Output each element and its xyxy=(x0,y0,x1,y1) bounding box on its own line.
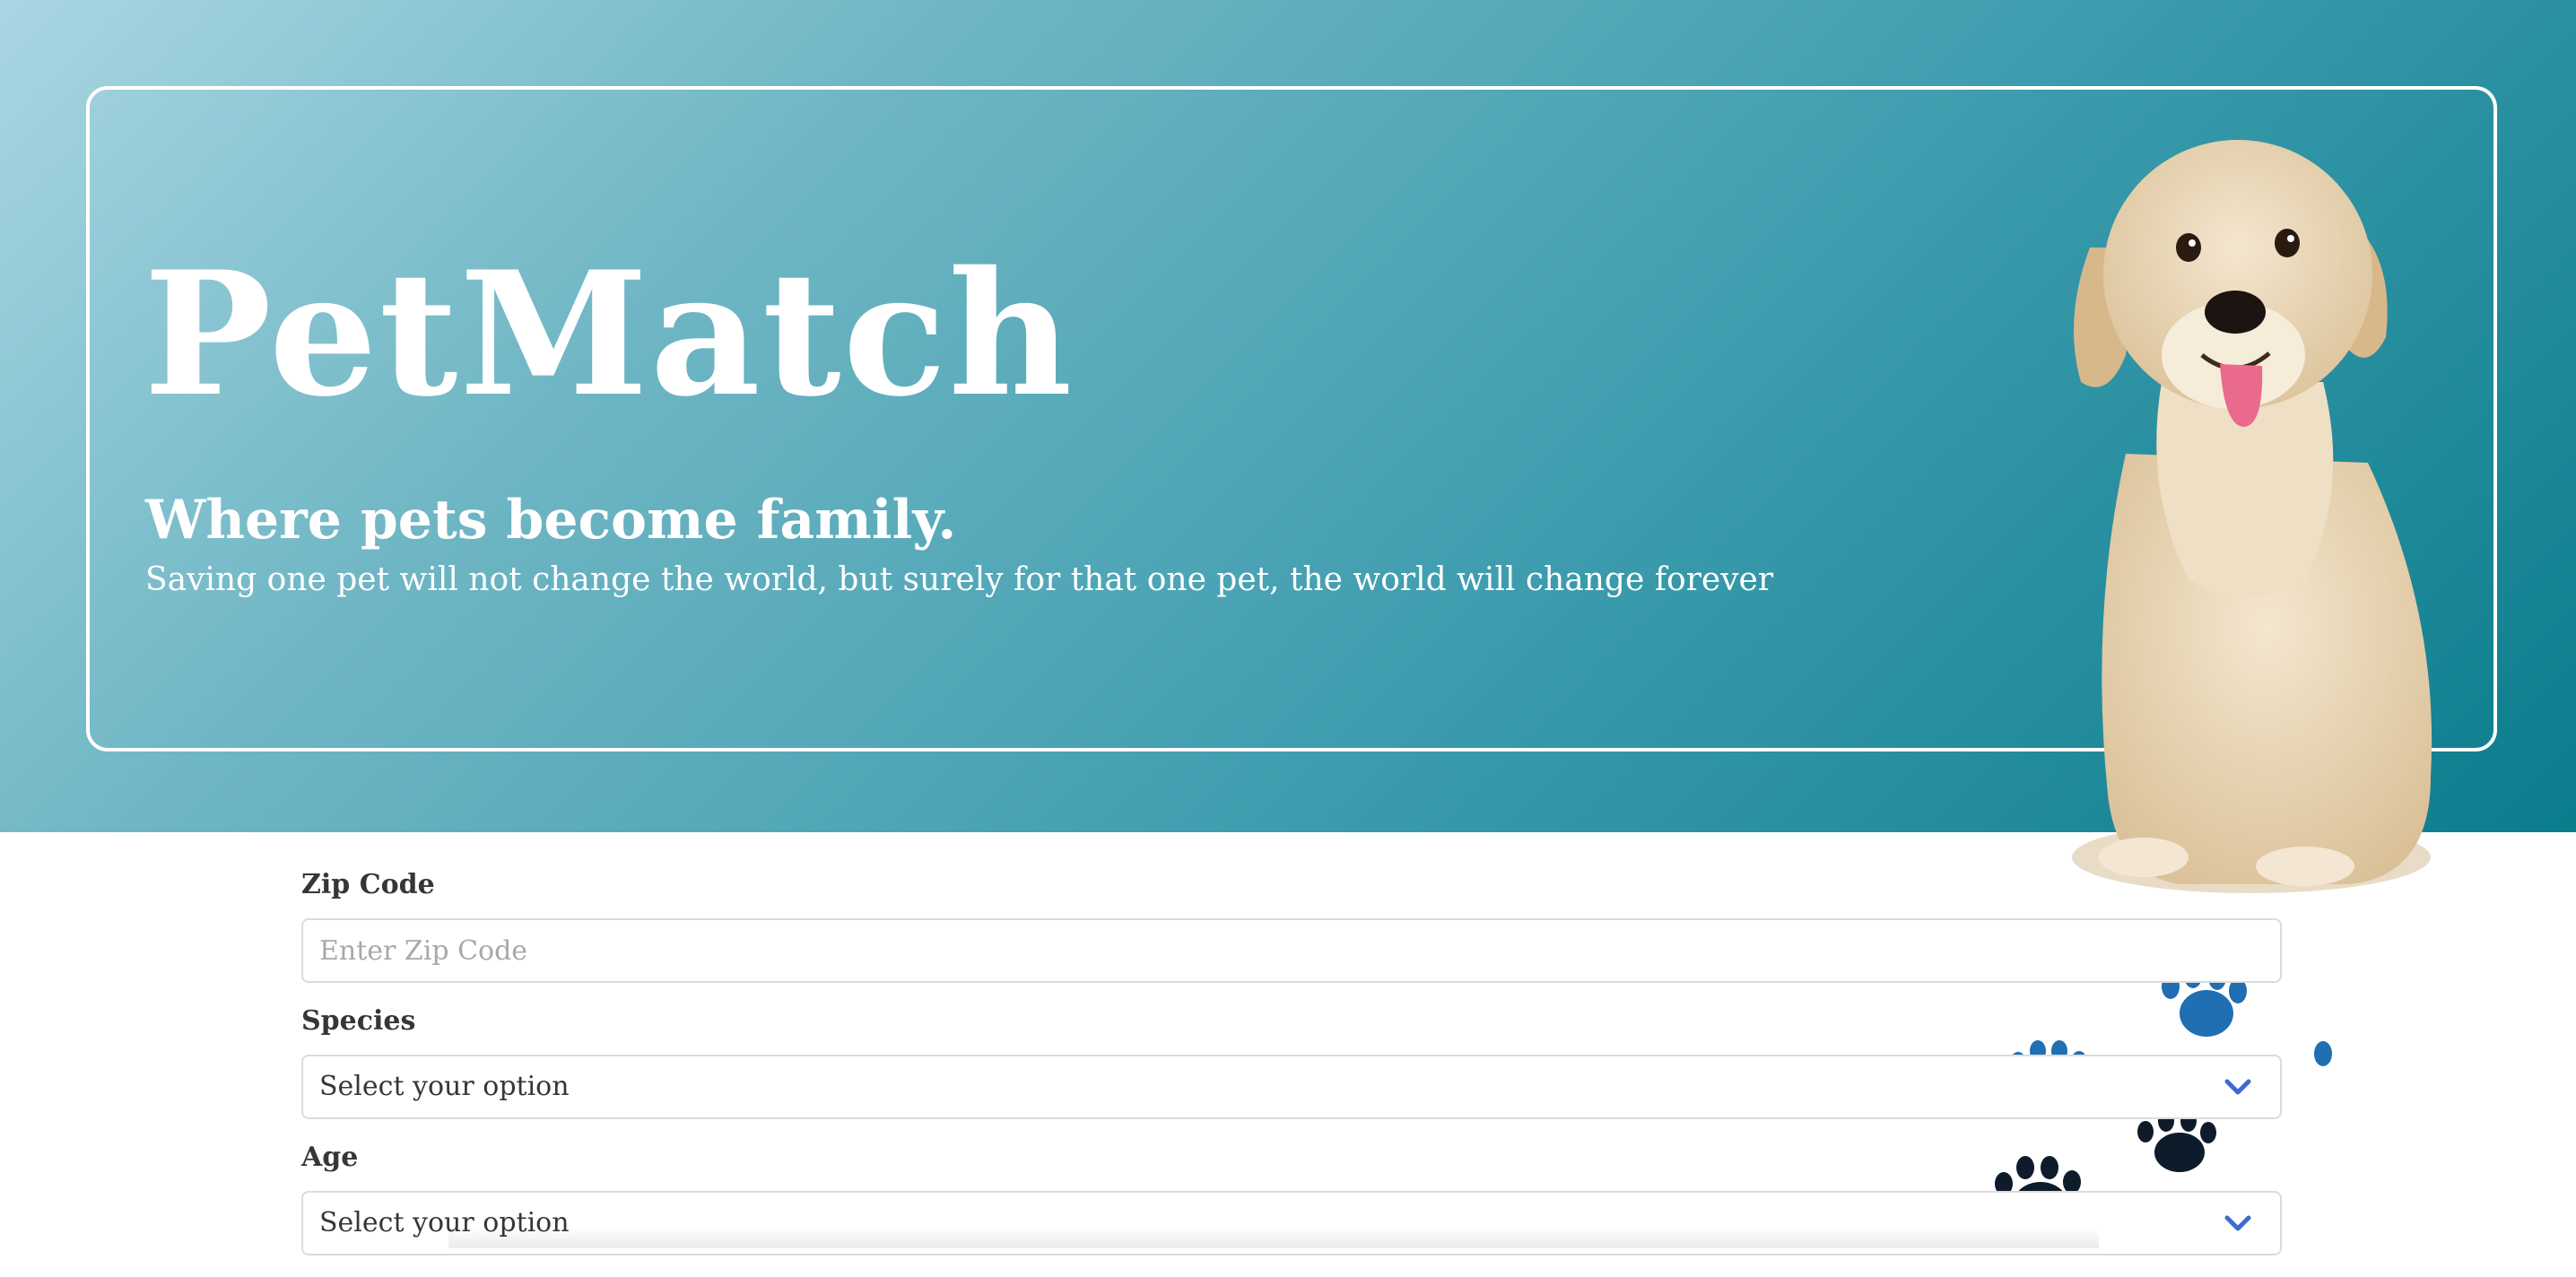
species-label: Species xyxy=(301,1005,416,1037)
species-selected-value: Select your option xyxy=(319,1071,570,1102)
golden-retriever-image xyxy=(2072,140,2432,893)
hero-tagline: Where pets become family. xyxy=(145,489,957,552)
age-label: Age xyxy=(301,1142,359,1173)
pet-search-form: Zip Code Species Select your option Age … xyxy=(301,868,2282,1277)
zip-code-input[interactable] xyxy=(303,920,2280,981)
zip-code-label: Zip Code xyxy=(301,869,435,900)
zip-code-field[interactable] xyxy=(301,918,2282,983)
species-select[interactable]: Select your option xyxy=(301,1055,2282,1119)
brand-title: PetMatch xyxy=(144,234,1075,434)
page-fold-shadow xyxy=(448,1227,2099,1248)
chevron-down-icon xyxy=(2224,1079,2251,1095)
chevron-down-icon xyxy=(2224,1215,2251,1231)
hero-quote: Saving one pet will not change the world… xyxy=(145,561,1774,598)
